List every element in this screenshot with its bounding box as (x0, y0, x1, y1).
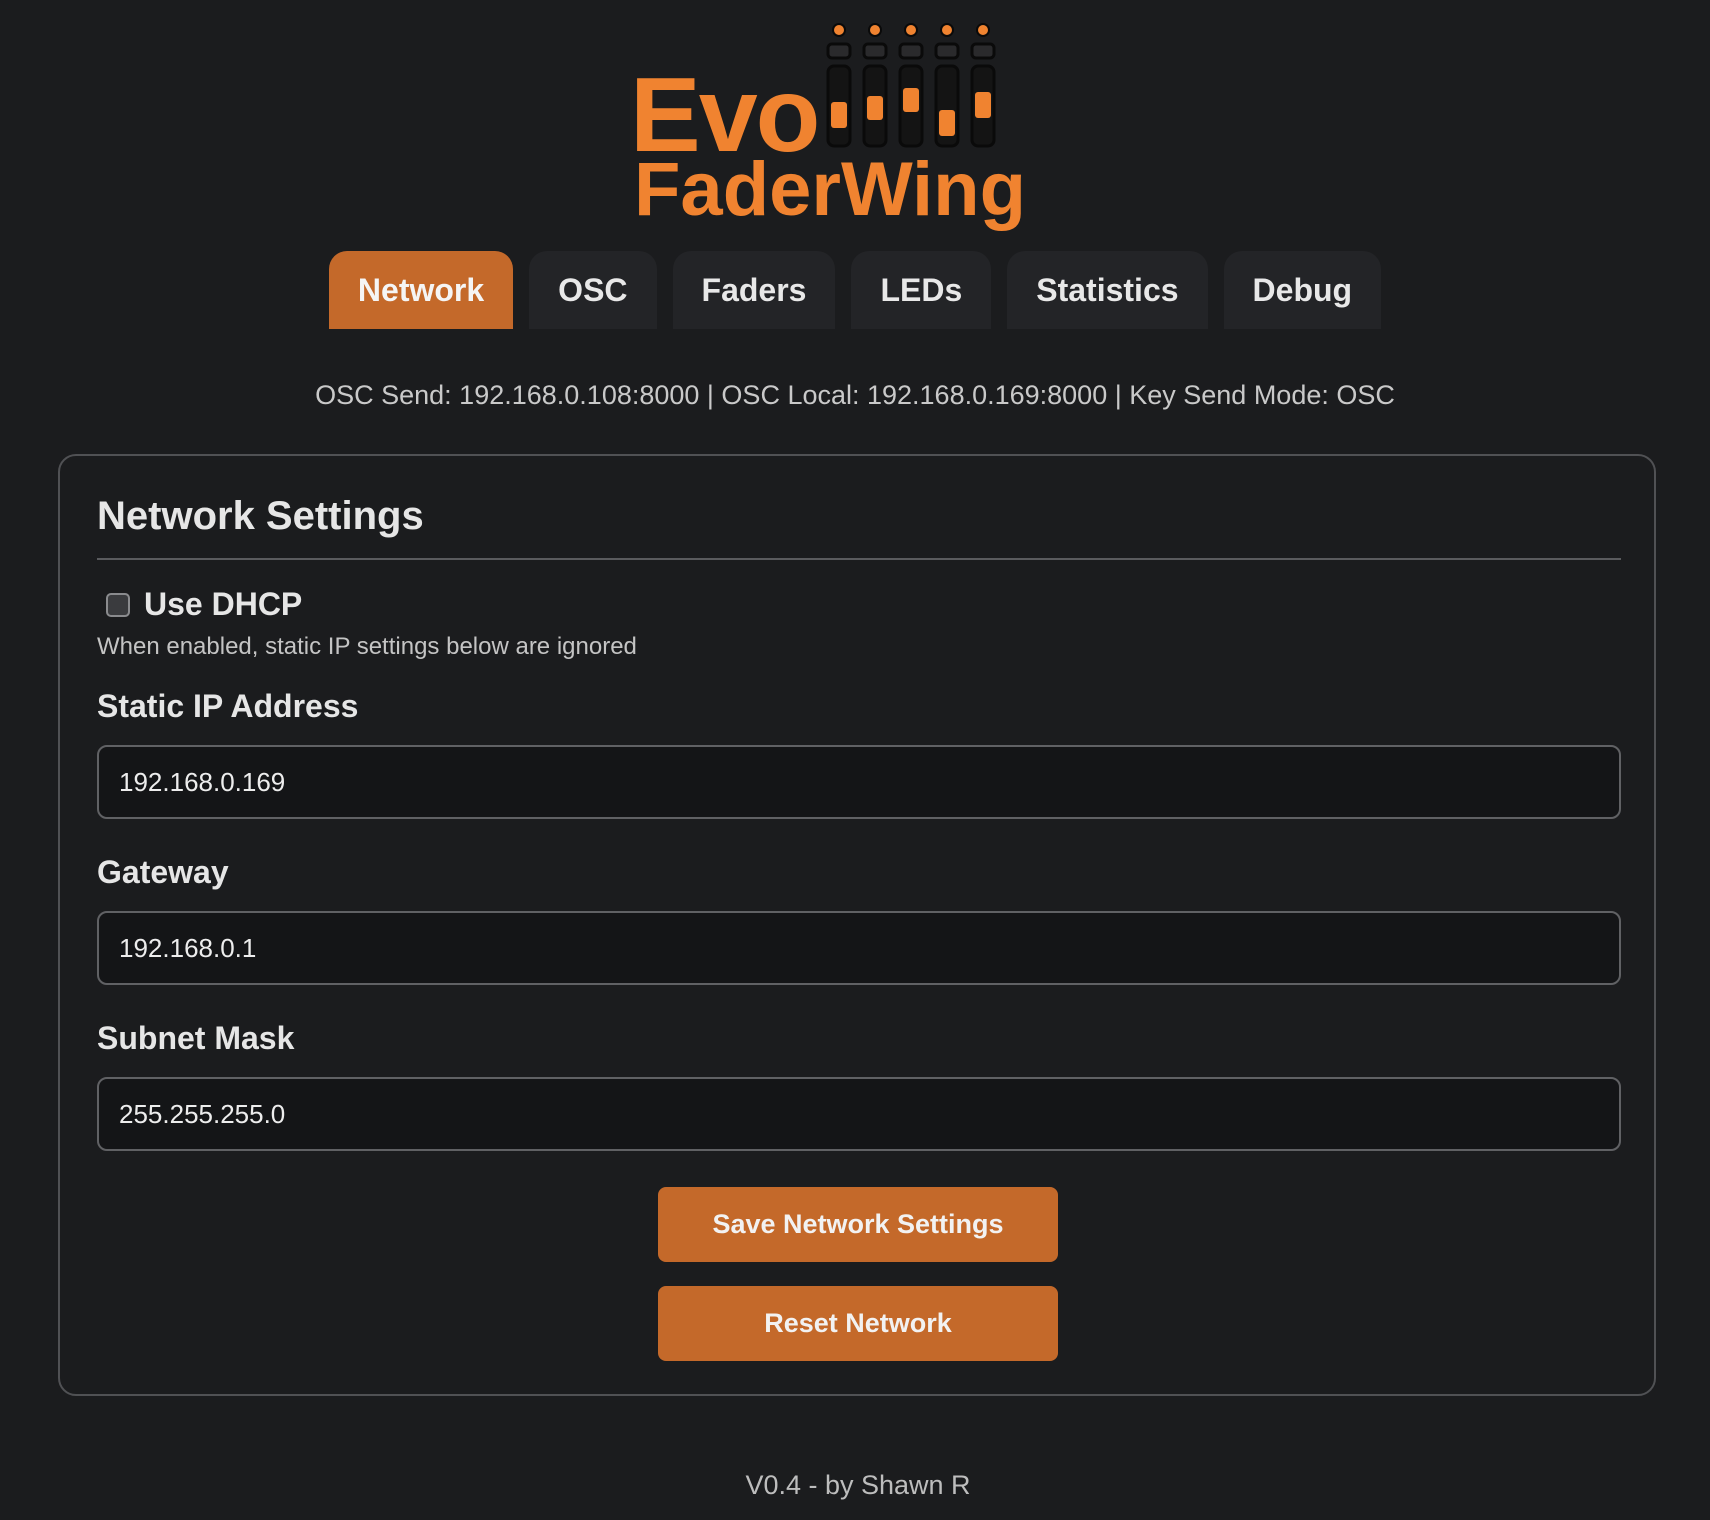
dhcp-checkbox[interactable] (106, 592, 130, 617)
divider (97, 558, 1621, 560)
tab-leds[interactable]: LEDs (851, 251, 992, 329)
fader-bank-icon (826, 23, 996, 148)
page: Evo FaderWing Network OSC Faders LEDs St… (0, 0, 1710, 1520)
save-network-settings-button[interactable]: Save Network Settings (658, 1187, 1058, 1262)
reset-network-button[interactable]: Reset Network (658, 1286, 1058, 1361)
gateway-input[interactable] (97, 911, 1621, 985)
tab-network[interactable]: Network (328, 251, 514, 329)
status-line: OSC Send: 192.168.0.108:8000 | OSC Local… (315, 380, 1395, 410)
static-ip-input[interactable] (97, 745, 1621, 819)
tab-debug[interactable]: Debug (1223, 251, 1382, 329)
tab-faders[interactable]: Faders (672, 251, 836, 329)
network-settings-card: Network Settings Use DHCP When enabled, … (58, 454, 1656, 1396)
static-ip-label: Static IP Address (97, 688, 359, 724)
tab-bar: Network OSC Faders LEDs Statistics Debug (0, 251, 1710, 329)
gateway-label: Gateway (97, 854, 229, 890)
logo-faderwing-text: FaderWing (634, 147, 1026, 232)
evo-faderwing-logo: Evo FaderWing (630, 22, 1050, 232)
subnet-mask-label: Subnet Mask (97, 1020, 295, 1056)
dhcp-label[interactable]: Use DHCP (144, 586, 302, 623)
subnet-mask-input[interactable] (97, 1077, 1621, 1151)
dhcp-hint: When enabled, static IP settings below a… (97, 633, 637, 660)
card-title: Network Settings (97, 494, 424, 538)
dhcp-row[interactable]: Use DHCP (106, 586, 302, 623)
tab-osc[interactable]: OSC (529, 251, 657, 329)
tab-statistics[interactable]: Statistics (1007, 251, 1208, 329)
footer-version: V0.4 - by Shawn R (745, 1470, 971, 1500)
